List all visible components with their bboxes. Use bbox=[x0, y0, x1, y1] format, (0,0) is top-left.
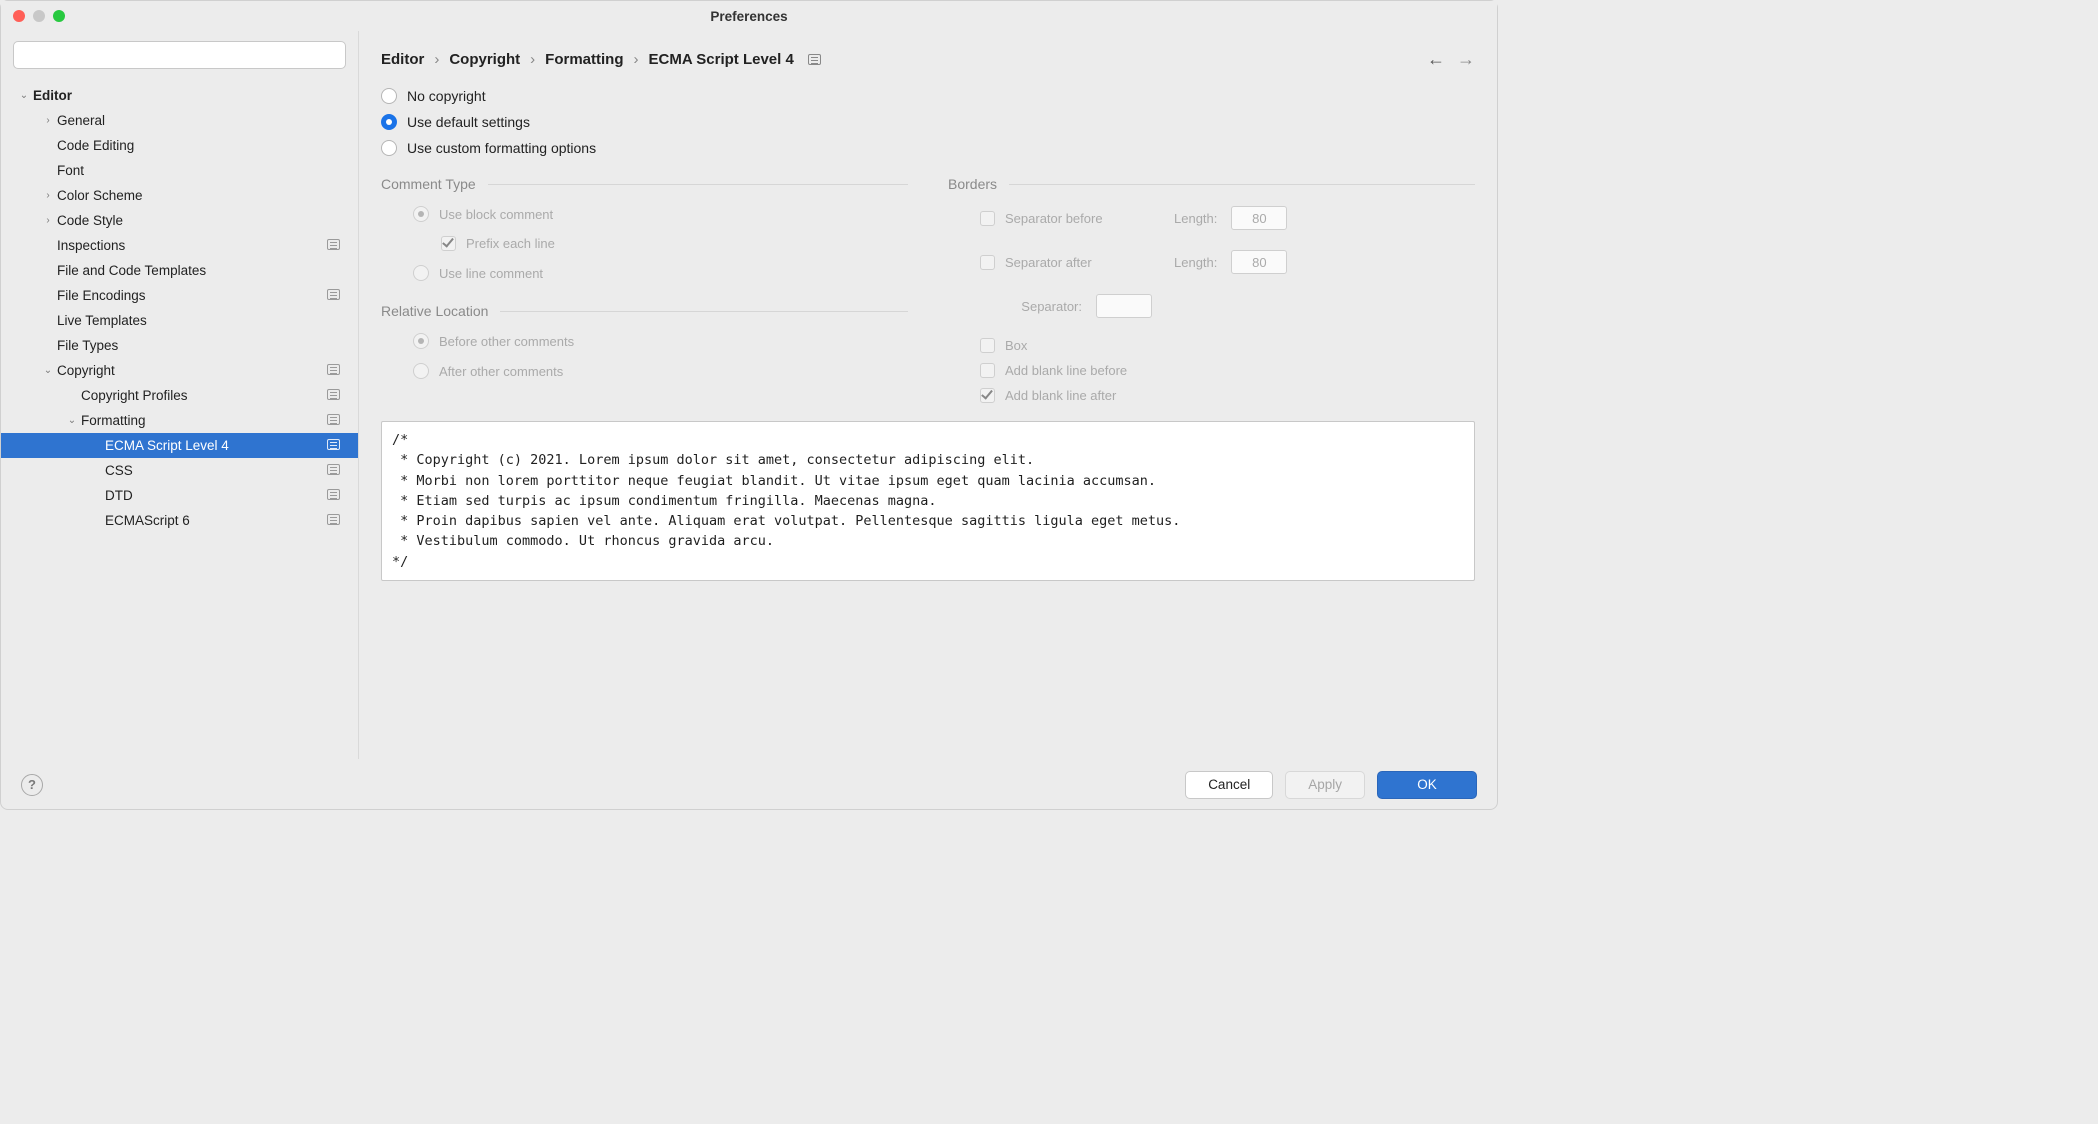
radio-icon bbox=[381, 88, 397, 104]
tree-item[interactable]: File and Code Templates bbox=[1, 258, 358, 283]
tree-item-label: Copyright Profiles bbox=[79, 388, 188, 403]
section-title: Comment Type bbox=[381, 176, 476, 192]
tree-item-label: DTD bbox=[103, 488, 133, 503]
tree-item-label: File and Code Templates bbox=[55, 263, 206, 278]
scope-icon bbox=[327, 514, 340, 525]
scope-icon bbox=[327, 439, 340, 450]
sidebar: ⌄Editor›General Code Editing Font ›Color Sc… bbox=[1, 31, 359, 759]
check-separator-after: Separator after bbox=[980, 255, 1160, 270]
tree-item[interactable]: ›General bbox=[1, 108, 358, 133]
preview-pane: /* * Copyright (c) 2021. Lorem ipsum dol… bbox=[381, 421, 1475, 581]
scope-icon bbox=[327, 464, 340, 475]
help-button[interactable]: ? bbox=[21, 774, 43, 796]
section-title: Borders bbox=[948, 176, 997, 192]
checkbox-icon bbox=[980, 363, 995, 378]
tree-item[interactable]: ›Color Scheme bbox=[1, 183, 358, 208]
radio-icon bbox=[413, 333, 429, 349]
tree-item[interactable]: DTD bbox=[1, 483, 358, 508]
tree-item-label: Code Editing bbox=[55, 138, 134, 153]
tree-item-label: ECMA Script Level 4 bbox=[103, 438, 229, 453]
tree-item-label: File Encodings bbox=[55, 288, 146, 303]
window-title: Preferences bbox=[1, 9, 1497, 24]
checkbox-icon bbox=[980, 255, 995, 270]
ok-button[interactable]: OK bbox=[1377, 771, 1477, 799]
search-input[interactable] bbox=[13, 41, 346, 69]
tree-item-label: Formatting bbox=[79, 413, 146, 428]
radio-icon bbox=[413, 363, 429, 379]
check-blank-before: Add blank line before bbox=[980, 363, 1475, 378]
nav-back-button[interactable]: ← bbox=[1427, 49, 1445, 70]
tree-item[interactable]: Copyright Profiles bbox=[1, 383, 358, 408]
tree-item-label: Copyright bbox=[55, 363, 115, 378]
tree-item[interactable]: ECMAScript 6 bbox=[1, 508, 358, 533]
checkbox-icon bbox=[980, 338, 995, 353]
radio-after-comments: After other comments bbox=[413, 363, 908, 379]
radio-use-default[interactable]: Use default settings bbox=[381, 114, 1475, 130]
check-box: Box bbox=[980, 338, 1475, 353]
main-panel: Editor › Copyright › Formatting › ECMA S… bbox=[359, 31, 1497, 759]
check-blank-after: Add blank line after bbox=[980, 388, 1475, 403]
check-prefix-each-line: Prefix each line bbox=[413, 236, 908, 251]
length-after-label: Length: bbox=[1174, 255, 1217, 270]
tree-item[interactable]: File Types bbox=[1, 333, 358, 358]
length-after-input bbox=[1231, 250, 1287, 274]
tree-item[interactable]: ECMA Script Level 4 bbox=[1, 433, 358, 458]
radio-icon bbox=[413, 206, 429, 222]
tree-item-editor[interactable]: ⌄Editor bbox=[1, 83, 358, 108]
tree-item-label: Inspections bbox=[55, 238, 125, 253]
tree-item-label: Font bbox=[55, 163, 84, 178]
settings-tree[interactable]: ⌄Editor›General Code Editing Font ›Color Sc… bbox=[1, 79, 358, 759]
section-title: Relative Location bbox=[381, 303, 488, 319]
radio-icon bbox=[381, 140, 397, 156]
breadcrumb-part[interactable]: Formatting bbox=[545, 51, 623, 68]
apply-button: Apply bbox=[1285, 771, 1365, 799]
tree-item[interactable]: File Encodings bbox=[1, 283, 358, 308]
tree-item-label: Code Style bbox=[55, 213, 123, 228]
tree-item[interactable]: ⌄Formatting bbox=[1, 408, 358, 433]
radio-use-custom[interactable]: Use custom formatting options bbox=[381, 140, 1475, 156]
radio-before-comments: Before other comments bbox=[413, 333, 908, 349]
tree-item-label: Live Templates bbox=[55, 313, 147, 328]
radio-no-copyright[interactable]: No copyright bbox=[381, 88, 1475, 104]
length-before-label: Length: bbox=[1174, 211, 1217, 226]
checkbox-icon bbox=[980, 388, 995, 403]
tree-item[interactable]: Font bbox=[1, 158, 358, 183]
scope-icon bbox=[327, 389, 340, 400]
radio-line-comment: Use line comment bbox=[413, 265, 908, 281]
breadcrumb: Editor › Copyright › Formatting › ECMA S… bbox=[381, 49, 1475, 70]
tree-item-label: Color Scheme bbox=[55, 188, 143, 203]
cancel-button[interactable]: Cancel bbox=[1185, 771, 1273, 799]
tree-item[interactable]: Code Editing bbox=[1, 133, 358, 158]
tree-item[interactable]: CSS bbox=[1, 458, 358, 483]
titlebar: Preferences bbox=[1, 1, 1497, 31]
tree-item-label: CSS bbox=[103, 463, 133, 478]
tree-item[interactable]: ›Code Style bbox=[1, 208, 358, 233]
tree-item[interactable]: Inspections bbox=[1, 233, 358, 258]
checkbox-icon bbox=[441, 236, 456, 251]
nav-forward-button: → bbox=[1457, 49, 1475, 70]
scope-icon bbox=[327, 414, 340, 425]
scope-icon bbox=[327, 239, 340, 250]
separator-label: Separator: bbox=[988, 299, 1082, 314]
breadcrumb-part[interactable]: Copyright bbox=[449, 51, 520, 68]
scope-icon bbox=[327, 364, 340, 375]
scope-icon bbox=[808, 54, 821, 65]
tree-item-label: File Types bbox=[55, 338, 118, 353]
tree-item-label: ECMAScript 6 bbox=[103, 513, 190, 528]
checkbox-icon bbox=[980, 211, 995, 226]
breadcrumb-part: ECMA Script Level 4 bbox=[649, 51, 794, 68]
check-separator-before: Separator before bbox=[980, 211, 1160, 226]
tree-item[interactable]: Live Templates bbox=[1, 308, 358, 333]
radio-icon bbox=[381, 114, 397, 130]
separator-input bbox=[1096, 294, 1152, 318]
radio-block-comment: Use block comment bbox=[413, 206, 908, 222]
tree-item[interactable]: ⌄Copyright bbox=[1, 358, 358, 383]
radio-icon bbox=[413, 265, 429, 281]
breadcrumb-part[interactable]: Editor bbox=[381, 51, 424, 68]
tree-item-label: General bbox=[55, 113, 105, 128]
scope-icon bbox=[327, 489, 340, 500]
length-before-input bbox=[1231, 206, 1287, 230]
footer: ? Cancel Apply OK bbox=[1, 759, 1497, 809]
scope-icon bbox=[327, 289, 340, 300]
